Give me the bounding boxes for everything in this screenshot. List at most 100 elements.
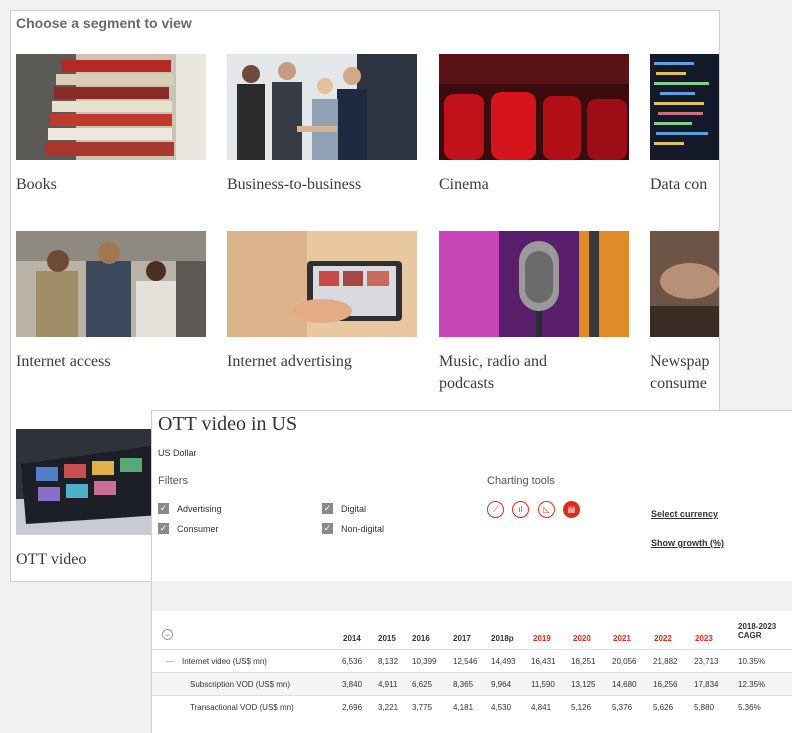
segment-label-line2: podcasts <box>439 375 495 392</box>
cell: 4,530 <box>491 703 512 712</box>
checkbox-checked-icon[interactable]: ✓ <box>322 523 333 534</box>
cell: 3,775 <box>412 703 433 712</box>
filter-advertising[interactable]: ✓ Advertising <box>158 503 222 514</box>
table-row: — Internet video (US$ mn) 6,536 8,132 10… <box>152 649 792 673</box>
business-image <box>227 54 417 160</box>
cagr-header: 2018-2023 CAGR <box>738 622 776 640</box>
line-chart-icon[interactable]: ⟋ <box>487 501 504 518</box>
cell: 2,696 <box>342 703 363 712</box>
cagr-label: CAGR <box>738 631 762 640</box>
cell: 5,880 <box>694 703 715 712</box>
cell: 6,625 <box>412 680 433 689</box>
segment-label: Internet access <box>16 353 111 370</box>
segment-label-line1: Newspap <box>650 353 710 370</box>
data-image <box>650 54 719 160</box>
cell: 17,834 <box>694 680 719 689</box>
checkbox-checked-icon[interactable]: ✓ <box>158 503 169 514</box>
cell: 13,125 <box>571 680 596 689</box>
cell: 6,536 <box>342 657 363 666</box>
segment-tile-business-to-business[interactable]: Business-to-business <box>227 54 417 196</box>
cinema-image <box>439 54 629 160</box>
area-chart-icon[interactable]: ◺ <box>538 501 555 518</box>
collapse-icon[interactable]: − <box>162 629 173 640</box>
cell: 8,132 <box>378 657 399 666</box>
segment-label: Books <box>16 176 57 193</box>
col-header: 2018p <box>491 634 514 643</box>
cell: 5,126 <box>571 703 592 712</box>
internet-access-image <box>16 231 206 337</box>
segment-tile-internet-advertising[interactable]: Internet advertising <box>227 231 417 373</box>
cell: 5,376 <box>612 703 633 712</box>
cagr-period: 2018-2023 <box>738 622 777 631</box>
segment-label: Data con <box>650 176 708 193</box>
cell: 14,680 <box>612 680 637 689</box>
cell: 3,221 <box>378 703 399 712</box>
checkbox-checked-icon[interactable]: ✓ <box>322 503 333 514</box>
cell: 16,256 <box>653 680 678 689</box>
segment-label-line2: consume <box>650 375 707 392</box>
row-label: Subscription VOD (US$ mn) <box>190 680 291 689</box>
segment-tile-music-radio-podcasts[interactable]: Music, radio and podcasts <box>439 231 629 395</box>
cagr-cell: 5.36% <box>738 703 761 712</box>
segment-tile-cinema[interactable]: Cinema <box>439 54 629 196</box>
col-header: 2017 <box>453 634 471 643</box>
col-header: 2023 <box>695 634 713 643</box>
cell: 10,399 <box>412 657 437 666</box>
cell: 20,056 <box>612 657 637 666</box>
segment-tile-newspapers[interactable]: Newspap consume <box>650 231 719 395</box>
col-header: 2019 <box>533 634 551 643</box>
charting-tools-heading: Charting tools <box>487 475 555 487</box>
row-toggle-icon[interactable]: — <box>166 657 174 666</box>
cell: 9,964 <box>491 680 512 689</box>
checkbox-checked-icon[interactable]: ✓ <box>158 523 169 534</box>
segment-tile-books[interactable]: Books <box>16 54 206 196</box>
cagr-cell: 12.35% <box>738 680 766 689</box>
segment-label: Internet advertising <box>227 353 352 370</box>
cell: 11,590 <box>531 680 555 689</box>
filter-consumer[interactable]: ✓ Consumer <box>158 523 219 534</box>
segment-heading: Choose a segment to view <box>16 15 192 31</box>
segment-label: Business-to-business <box>227 176 362 193</box>
cagr-cell: 10.35% <box>738 657 766 666</box>
cell: 4,911 <box>378 680 398 689</box>
row-label: Transactional VOD (US$ mn) <box>190 703 294 712</box>
segment-label: Cinema <box>439 176 489 193</box>
col-header: 2015 <box>378 634 396 643</box>
col-header: 2022 <box>654 634 672 643</box>
cell: 21,882 <box>653 657 678 666</box>
segment-label: Newspap consume <box>650 351 719 395</box>
col-header: 2020 <box>573 634 591 643</box>
segment-tile-internet-access[interactable]: Internet access <box>16 231 206 373</box>
filter-label: Non-digital <box>341 523 385 534</box>
currency-label: US Dollar <box>158 448 197 458</box>
filter-label: Advertising <box>177 503 222 514</box>
internet-advertising-image <box>227 231 417 337</box>
ott-panel: OTT video in US US Dollar Filters ✓ Adve… <box>151 410 792 733</box>
bar-chart-icon[interactable]: ıl <box>512 501 529 518</box>
table-row: Transactional VOD (US$ mn) 2,696 3,221 3… <box>152 695 792 719</box>
col-header: 2016 <box>412 634 430 643</box>
segment-tile-data-consumption[interactable]: Data con <box>650 54 719 196</box>
col-header: 2014 <box>343 634 361 643</box>
row-label: Internet video (US$ mn) <box>182 657 267 666</box>
segment-label: Music, radio and podcasts <box>439 351 629 395</box>
table-view-icon[interactable]: ▤ <box>563 501 580 518</box>
filter-label: Digital <box>341 503 367 514</box>
show-growth-link[interactable]: Show growth (%) <box>651 538 724 548</box>
cell: 14,493 <box>491 657 516 666</box>
filter-label: Consumer <box>177 523 219 534</box>
divider-band <box>152 581 792 611</box>
cell: 23,713 <box>694 657 719 666</box>
books-image <box>16 54 206 160</box>
cell: 3,840 <box>342 680 363 689</box>
newspaper-image <box>650 231 719 337</box>
select-currency-link[interactable]: Select currency <box>651 509 718 519</box>
cell: 8,365 <box>453 680 474 689</box>
cell: 5,626 <box>653 703 674 712</box>
col-header: 2021 <box>613 634 631 643</box>
filter-non-digital[interactable]: ✓ Non-digital <box>322 523 384 534</box>
filters-heading: Filters <box>158 475 188 487</box>
cell: 16,431 <box>531 657 556 666</box>
cell: 12,546 <box>453 657 478 666</box>
filter-digital[interactable]: ✓ Digital <box>322 503 366 514</box>
